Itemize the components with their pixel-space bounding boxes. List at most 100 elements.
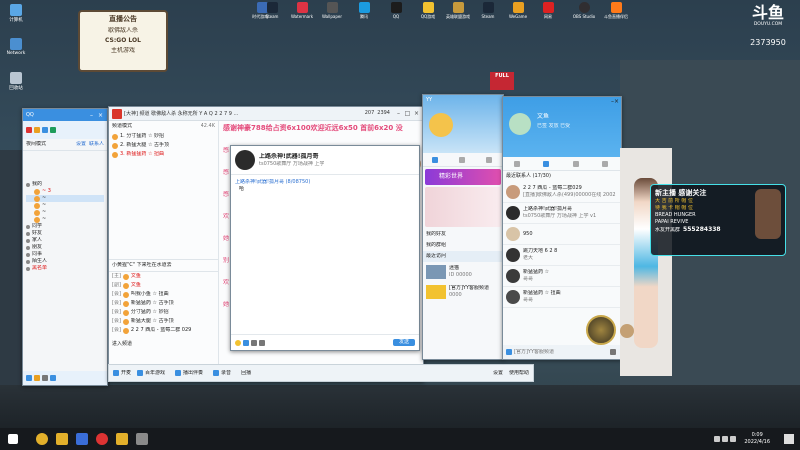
contact-item[interactable]: 新猛猛药 ☆ 扭曲 哥哥 (503, 287, 621, 308)
menu-icon[interactable] (26, 375, 32, 381)
tab-contacts[interactable]: 联系人 (89, 141, 104, 148)
history-icon[interactable] (259, 339, 265, 346)
app-icon[interactable] (76, 433, 88, 445)
desktop-top-icon[interactable]: 网易 (536, 2, 560, 19)
member-item[interactable]: [主] 文鱼 (109, 272, 218, 281)
desktop-top-icon[interactable]: Wallpaper (320, 2, 344, 19)
list-item[interactable]: 最近访问 (423, 251, 503, 262)
search-icon[interactable] (50, 375, 56, 381)
app-icon[interactable] (116, 433, 128, 445)
chrome-icon[interactable] (36, 433, 48, 445)
list-item[interactable]: 我的群组 (423, 240, 503, 251)
desktop-top-icon[interactable]: QQ游戏 (416, 2, 440, 19)
minimize-icon[interactable]: – (395, 110, 402, 117)
channel-item[interactable]: 1. 分寸猛药 ☆ 妙招 (109, 132, 218, 141)
desktop-icon-recycle-bin[interactable]: 回收站 (3, 72, 29, 91)
mail-icon[interactable] (34, 127, 40, 133)
enter-channel-link[interactable]: 进入频道 (109, 335, 218, 354)
tab-settings[interactable]: 设置 (76, 141, 86, 148)
member-item[interactable]: [会] 分寸猛药 ☆ 妙招 (109, 308, 218, 317)
member-item[interactable]: [会] 新猛猛药 ☆ 古手顶 (109, 299, 218, 308)
game-icon[interactable] (137, 370, 144, 376)
app-icon[interactable] (34, 375, 40, 381)
recent-contacts-label[interactable]: 最近联系人 (17/30) (503, 171, 621, 182)
record-icon[interactable] (213, 370, 220, 376)
menu-icon[interactable] (506, 349, 512, 355)
bottom-right-item[interactable]: 使用帮助 (509, 370, 529, 377)
desktop-top-icon[interactable]: QQ (384, 2, 408, 19)
sub-item[interactable]: ~ (26, 209, 104, 216)
home-icon[interactable] (432, 156, 439, 163)
group-item[interactable]: 好友 (26, 230, 104, 237)
mic-icon[interactable] (113, 370, 119, 376)
avatar[interactable] (235, 150, 255, 170)
bottom-right-item[interactable]: 设置 (493, 370, 503, 377)
bottom-item[interactable]: 回播 (241, 370, 251, 377)
music-icon[interactable] (175, 370, 182, 376)
member-item[interactable]: [会] 2 2 7 西瓜 - 蓝莓二群 029 (109, 326, 218, 335)
recent-card[interactable]: 迷猫 ID 00000 (423, 262, 503, 282)
contact-item[interactable]: 新猛猛药 ☆ 哥哥 (503, 266, 621, 287)
emoji-icon[interactable] (235, 339, 241, 346)
contact-item[interactable]: 上路杀神!武器!孤月哥 ts0750歌舞厅 万场战神 上学 v1 (503, 203, 621, 224)
desktop-top-icon[interactable]: WeGame (506, 2, 530, 19)
recent-card[interactable]: [官方]YY客服频道 0000 (423, 282, 503, 302)
channel-item[interactable]: 2. 新猛大腿 ☆ 古手顶 (109, 141, 218, 150)
group-icon[interactable] (572, 160, 579, 167)
app-icon[interactable] (136, 433, 148, 445)
bottom-item[interactable]: 百年游戏 (145, 370, 165, 377)
group-item[interactable]: 同事 (26, 251, 104, 258)
group-item[interactable]: 黑名单 (26, 265, 104, 272)
avatar[interactable] (509, 113, 531, 135)
volume-icon[interactable] (722, 436, 729, 442)
close-icon[interactable]: × (413, 110, 420, 117)
settings-icon[interactable] (42, 375, 48, 381)
desktop-top-icon[interactable]: Watermark (290, 2, 314, 19)
sub-item[interactable]: ~ 3 (26, 188, 104, 195)
desktop-top-icon[interactable]: 斗鱼直播伴侣 (604, 2, 628, 19)
group-item[interactable]: 同学 (26, 223, 104, 230)
desktop-top-icon[interactable]: Steam (476, 2, 500, 19)
contact-item[interactable]: 跳刀天地 6 2 8 老大 (503, 245, 621, 266)
chat-icon[interactable] (513, 160, 520, 167)
maximize-icon[interactable]: □ (404, 110, 411, 117)
avatar[interactable] (429, 113, 453, 137)
promo-image[interactable] (425, 187, 501, 227)
bottom-item[interactable]: 录音 (221, 370, 231, 377)
desktop-top-icon[interactable]: Steam (260, 2, 284, 19)
list-item[interactable]: 我的好友 (423, 229, 503, 240)
chat-icon[interactable] (458, 156, 465, 163)
fans-banner[interactable]: 精彩世界 (425, 169, 501, 185)
close-icon[interactable]: × (614, 98, 619, 105)
mic-status[interactable]: 开麦 (121, 370, 131, 377)
member-item[interactable]: [副] 文鱼 (109, 281, 218, 290)
minimize-icon[interactable]: – (88, 112, 95, 119)
space-icon[interactable] (42, 127, 48, 133)
notification-icon[interactable] (784, 434, 794, 444)
close-icon[interactable]: × (97, 112, 104, 119)
channel-item[interactable]: 3. 新猛猛药 ☆ 扭曲 (109, 150, 218, 159)
bottom-item[interactable]: 播出伴奏 (183, 370, 203, 377)
image-icon[interactable] (243, 339, 249, 346)
app-icon[interactable] (96, 433, 108, 445)
send-button[interactable]: 发送 (392, 339, 415, 346)
sub-item[interactable]: ~ (26, 195, 104, 202)
scissors-icon[interactable] (251, 339, 257, 346)
desktop-icon-computer[interactable]: 计算机 (3, 4, 29, 23)
network-icon[interactable] (714, 436, 721, 442)
group-item[interactable]: 陌生人 (26, 258, 104, 265)
desktop-top-icon[interactable]: OBS Studio (572, 2, 596, 19)
windows-start-icon[interactable] (8, 434, 18, 444)
member-item[interactable]: [会] 新猛大腿 ☆ 古手顶 (109, 317, 218, 326)
desktop-top-icon[interactable]: 腾讯 (352, 2, 376, 19)
app-icon[interactable] (56, 433, 68, 445)
member-header-text[interactable]: 小黄猩"C" 下来吐在水道去 (112, 262, 172, 269)
status-icon[interactable] (26, 127, 32, 133)
contact-item[interactable]: 2 2 7 西瓜 - 蓝莓二群029 [直播]歇佛敌人杀(499)00000在线… (503, 182, 621, 203)
clock[interactable]: 0:09 2022/4/16 (744, 432, 770, 446)
group-item[interactable]: 朋友 (26, 244, 104, 251)
desktop-icon-network[interactable]: Network (3, 38, 29, 56)
folder-icon[interactable] (485, 156, 492, 163)
desktop-top-icon[interactable]: 英雄联盟游戏 (446, 2, 470, 19)
settings-icon[interactable] (610, 349, 616, 355)
